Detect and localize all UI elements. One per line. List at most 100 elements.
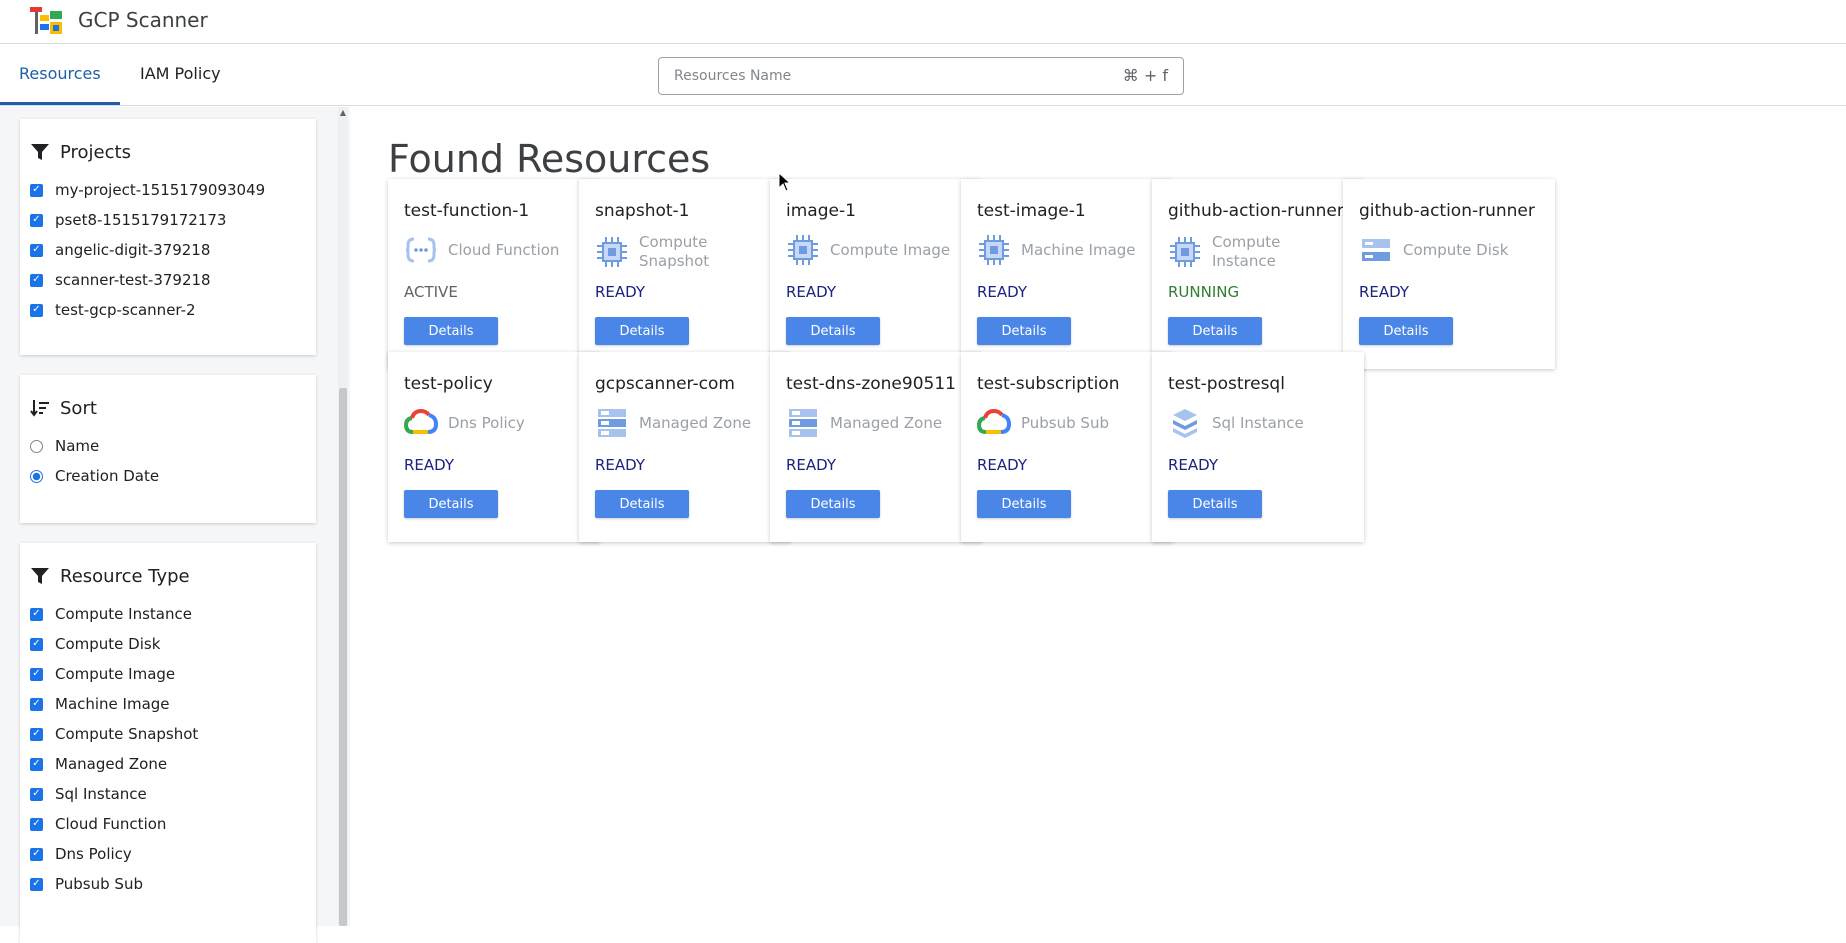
sort-title: Sort <box>60 397 97 419</box>
resource-type-line1: Dns Policy <box>448 413 525 432</box>
sort-option-creation-date[interactable]: Creation Date <box>20 461 316 491</box>
checkbox-checked-icon[interactable]: ✓ <box>30 607 43 621</box>
status-text: READY <box>595 283 646 301</box>
resource-name: test-function-1 <box>404 201 530 221</box>
checkbox-checked-icon[interactable]: ✓ <box>30 877 43 891</box>
project-option[interactable]: ✓ pset8-1515179172173 <box>20 205 316 235</box>
resource-card: test-postresql Sql Instance READY Details <box>1152 352 1364 542</box>
projects-title: Projects <box>60 141 131 163</box>
resource-type-option[interactable]: ✓ Cloud Function <box>20 809 316 839</box>
project-option[interactable]: ✓ angelic-digit-379218 <box>20 235 316 265</box>
status-text: ACTIVE <box>404 283 458 301</box>
project-option[interactable]: ✓ test-gcp-scanner-2 <box>20 295 316 325</box>
status-text: READY <box>1168 456 1219 474</box>
resource-name: test-postresql <box>1168 374 1285 394</box>
chip-icon <box>1168 235 1202 269</box>
resource-type: Sql Instance <box>1168 406 1358 440</box>
filter-icon <box>31 144 49 160</box>
details-button[interactable]: Details <box>595 490 689 518</box>
details-button[interactable]: Details <box>595 317 689 345</box>
radio-button[interactable] <box>30 439 43 453</box>
resource-type-title: Resource Type <box>60 565 190 587</box>
resource-type-option[interactable]: ✓ Sql Instance <box>20 779 316 809</box>
resource-type-label: Cloud Function <box>55 815 167 833</box>
details-button[interactable]: Details <box>404 490 498 518</box>
resource-type-panel: Resource Type ✓ Compute Instance ✓ Compute… <box>20 543 316 943</box>
resource-type-label: Cloud Function <box>448 241 559 260</box>
resource-type-label: Compute Disk <box>1403 241 1508 260</box>
tab-iam-policy[interactable]: IAM Policy <box>140 64 221 83</box>
checkbox-checked-icon[interactable]: ✓ <box>30 213 43 227</box>
resource-type-line1: Compute <box>639 233 708 251</box>
checkbox-checked-icon[interactable]: ✓ <box>30 303 43 317</box>
details-button[interactable]: Details <box>1359 317 1453 345</box>
checkbox-checked-icon[interactable]: ✓ <box>30 727 43 741</box>
details-button[interactable]: Details <box>786 317 880 345</box>
resource-type-option[interactable]: ✓ Pubsub Sub <box>20 869 316 899</box>
tab-resources[interactable]: Resources <box>19 64 101 83</box>
resource-type-option[interactable]: ✓ Machine Image <box>20 689 316 719</box>
resource-type-option[interactable]: ✓ Managed Zone <box>20 749 316 779</box>
project-option[interactable]: ✓ my-project-1515179093049 <box>20 175 316 205</box>
resource-type-line1: Compute Image <box>830 240 951 259</box>
resource-type-option[interactable]: ✓ Dns Policy <box>20 839 316 869</box>
resource-type-line1: Sql Instance <box>1212 413 1304 432</box>
status-text: READY <box>977 456 1028 474</box>
dns-zone-icon <box>786 406 820 440</box>
chip-icon <box>595 235 629 269</box>
resource-type-line1: Pubsub Sub <box>1021 413 1109 432</box>
resource-type: Compute Image <box>786 233 976 267</box>
sort-option-name[interactable]: Name <box>20 431 316 461</box>
resource-type: Compute Disk <box>1359 233 1549 267</box>
checkbox-checked-icon[interactable]: ✓ <box>30 757 43 771</box>
checkbox-checked-icon[interactable]: ✓ <box>30 847 43 861</box>
checkbox-checked-icon[interactable]: ✓ <box>30 273 43 287</box>
details-button[interactable]: Details <box>1168 490 1262 518</box>
resource-type-option[interactable]: ✓ Compute Disk <box>20 629 316 659</box>
sidebar-scrollbar-thumb[interactable] <box>339 388 347 926</box>
checkbox-checked-icon[interactable]: ✓ <box>30 243 43 257</box>
checkbox-checked-icon[interactable]: ✓ <box>30 637 43 651</box>
resource-type-line2: Snapshot <box>639 252 710 270</box>
resource-type-label: Dns Policy <box>448 414 525 433</box>
search-input[interactable] <box>659 58 1099 94</box>
project-label: test-gcp-scanner-2 <box>55 301 196 319</box>
resource-name: test-subscription <box>977 374 1120 394</box>
main-content: Found Resources test-function-1 Cloud Fun… <box>350 107 1846 926</box>
resource-type-header: Resource Type <box>20 561 316 591</box>
details-button[interactable]: Details <box>786 490 880 518</box>
resource-type-label: Pubsub Sub <box>55 875 143 893</box>
resource-type-option[interactable]: ✓ Compute Instance <box>20 599 316 629</box>
checkbox-checked-icon[interactable]: ✓ <box>30 183 43 197</box>
resource-card: github-action-runner Compute Instance RUNNI… <box>1152 179 1364 369</box>
nav-bar: Resources IAM Policy ⌘ + f <box>0 44 1846 106</box>
resource-name: snapshot-1 <box>595 201 690 221</box>
resource-card: test-dns-zone90511 Managed Zone READY Detai… <box>770 352 982 542</box>
resource-name: github-action-runner <box>1359 201 1535 221</box>
sort-icon <box>30 400 49 417</box>
checkbox-checked-icon[interactable]: ✓ <box>30 697 43 711</box>
resource-card: test-function-1 Cloud Function ACTIVE Detai… <box>388 179 600 369</box>
details-button[interactable]: Details <box>404 317 498 345</box>
details-button[interactable]: Details <box>1168 317 1262 345</box>
resource-type-option[interactable]: ✓ Compute Image <box>20 659 316 689</box>
project-label: scanner-test-379218 <box>55 271 211 289</box>
details-button[interactable]: Details <box>977 317 1071 345</box>
scroll-up-arrow-icon[interactable]: ▲ <box>338 108 348 118</box>
checkbox-checked-icon[interactable]: ✓ <box>30 817 43 831</box>
sql-icon <box>1168 406 1202 440</box>
cloud-function-icon <box>404 233 438 267</box>
checkbox-checked-icon[interactable]: ✓ <box>30 787 43 801</box>
app-header: GCP Scanner <box>0 0 1846 44</box>
resource-type: Managed Zone <box>786 406 976 440</box>
search-shortcut-hint: ⌘ + f <box>1122 66 1168 85</box>
resource-type-option[interactable]: ✓ Compute Snapshot <box>20 719 316 749</box>
radio-button-selected[interactable] <box>30 469 43 483</box>
resource-name: test-image-1 <box>977 201 1086 221</box>
project-option[interactable]: ✓ scanner-test-379218 <box>20 265 316 295</box>
resource-type-label: Compute Image <box>55 665 176 683</box>
resource-type-label: Sql Instance <box>1212 414 1304 433</box>
resource-name: gcpscanner-com <box>595 374 735 394</box>
details-button[interactable]: Details <box>977 490 1071 518</box>
checkbox-checked-icon[interactable]: ✓ <box>30 667 43 681</box>
